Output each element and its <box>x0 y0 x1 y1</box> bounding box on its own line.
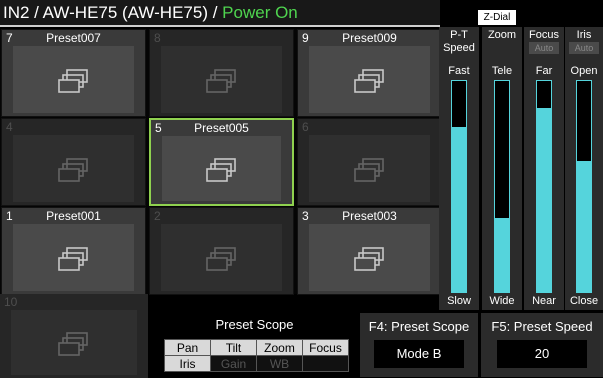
focus-fill <box>537 108 551 292</box>
preset-cell-8[interactable]: 8 <box>149 29 294 117</box>
preset-cell-10[interactable]: 10 <box>0 294 148 378</box>
title-bar: IN2 / AW-HE75 (AW-HE75) / Power On <box>0 0 440 27</box>
scope-empty <box>302 355 349 372</box>
preset-cell-6[interactable]: 6 <box>297 118 442 206</box>
zoom-column[interactable]: Zoom Tele Wide <box>482 27 522 310</box>
preset-stack-icon <box>204 157 240 185</box>
preset-number: 10 <box>4 295 18 309</box>
preset-cell-1[interactable]: 1 Preset001 <box>1 207 146 295</box>
preset-number: 4 <box>6 120 13 134</box>
preset-number: 8 <box>154 31 161 45</box>
preset-cell-4[interactable]: 4 <box>1 118 146 206</box>
preset-thumbnail <box>13 135 134 202</box>
preset-stack-icon <box>352 246 388 274</box>
preset-scope-title: Preset Scope <box>215 317 294 332</box>
preset-stack-icon <box>56 68 92 96</box>
preset-stack-icon <box>352 68 388 96</box>
pt-label: P-T Speed <box>443 29 475 54</box>
scope-wb: WB <box>256 355 303 372</box>
focus-auto-button[interactable]: Auto <box>529 42 559 54</box>
scope-zoom: Zoom <box>256 339 303 356</box>
device-name: IN2 / AW-HE75 (AW-HE75) / <box>3 3 223 22</box>
pt-speed-column[interactable]: P-T Speed Fast Slow <box>439 27 479 310</box>
focus-near-label: Near <box>532 295 556 307</box>
scope-focus: Focus <box>302 339 349 356</box>
iris-auto-button[interactable]: Auto <box>569 42 599 54</box>
iris-fill <box>577 161 591 292</box>
preset-stack-icon <box>56 331 92 359</box>
preset-thumbnail <box>11 310 137 375</box>
zoom-bar[interactable] <box>494 80 510 293</box>
preset-cell-2[interactable]: 2 <box>149 207 294 295</box>
preset-stack-icon <box>204 68 240 96</box>
preset-name: Preset001 <box>46 209 101 223</box>
preset-cell-3[interactable]: 3 Preset003 <box>297 207 442 295</box>
preset-scope-panel: Preset Scope Pan Tilt Zoom Focus Iris Ga… <box>152 312 357 378</box>
preset-name: Preset005 <box>194 121 249 135</box>
preset-thumbnail <box>161 224 282 291</box>
preset-thumbnail <box>161 46 282 113</box>
focus-label: Focus <box>529 29 559 41</box>
iris-open-label: Open <box>570 65 598 77</box>
focus-far-label: Far <box>535 65 553 77</box>
f4-title: F4: Preset Scope <box>368 319 470 334</box>
preset-cell-5[interactable]: 5 Preset005 <box>149 118 294 206</box>
scope-pan: Pan <box>164 339 211 356</box>
f5-value[interactable]: 20 <box>497 340 587 368</box>
preset-name: Preset009 <box>342 31 397 45</box>
preset-thumbnail <box>309 135 430 202</box>
scope-gain: Gain <box>210 355 257 372</box>
preset-stack-icon <box>352 157 388 185</box>
preset-grid: 7 Preset007 8 9 Preset009 4 5 Preset005 6 1 Preset… <box>0 29 442 295</box>
focus-column[interactable]: Focus Auto Far Near <box>524 27 564 310</box>
preset-name: Preset007 <box>46 31 101 45</box>
f4-preset-scope[interactable]: F4: Preset Scope Mode B <box>360 313 478 377</box>
f4-value[interactable]: Mode B <box>374 340 464 368</box>
preset-thumbnail <box>13 224 134 291</box>
iris-close-label: Close <box>569 295 599 307</box>
zoom-label: Zoom <box>487 29 517 41</box>
z-dial-label[interactable]: Z-Dial <box>478 10 516 25</box>
preset-thumbnail <box>309 46 430 113</box>
scope-iris: Iris <box>164 355 211 372</box>
preset-stack-icon <box>56 246 92 274</box>
focus-bar[interactable] <box>536 80 552 293</box>
pt-speed-fill <box>452 127 466 292</box>
preset-thumbnail <box>13 46 134 113</box>
iris-label: Iris <box>576 29 592 41</box>
preset-number: 2 <box>154 209 161 223</box>
zoom-wide-label: Wide <box>489 295 515 307</box>
iris-bar[interactable] <box>576 80 592 293</box>
f5-title: F5: Preset Speed <box>491 319 593 334</box>
pt-fast-label: Fast <box>448 65 470 77</box>
preset-cell-7[interactable]: 7 Preset007 <box>1 29 146 117</box>
pt-slow-label: Slow <box>447 295 471 307</box>
preset-scope-table: Pan Tilt Zoom Focus Iris Gain WB <box>164 339 349 372</box>
power-status: Power On <box>222 3 298 22</box>
preset-name: Preset003 <box>342 209 397 223</box>
window-title: IN2 / AW-HE75 (AW-HE75) / Power On <box>3 2 298 24</box>
iris-column[interactable]: Iris Auto Open Close <box>565 27 603 310</box>
preset-stack-icon <box>56 157 92 185</box>
zoom-tele-label: Tele <box>491 65 513 77</box>
zoom-fill <box>495 218 509 292</box>
f5-preset-speed[interactable]: F5: Preset Speed 20 <box>481 313 603 377</box>
preset-thumbnail <box>309 224 430 291</box>
preset-cell-9[interactable]: 9 Preset009 <box>297 29 442 117</box>
scope-tilt: Tilt <box>210 339 257 356</box>
preset-stack-icon <box>204 246 240 274</box>
preset-number: 6 <box>302 120 309 134</box>
pt-speed-bar[interactable] <box>451 80 467 293</box>
preset-thumbnail <box>162 136 281 201</box>
